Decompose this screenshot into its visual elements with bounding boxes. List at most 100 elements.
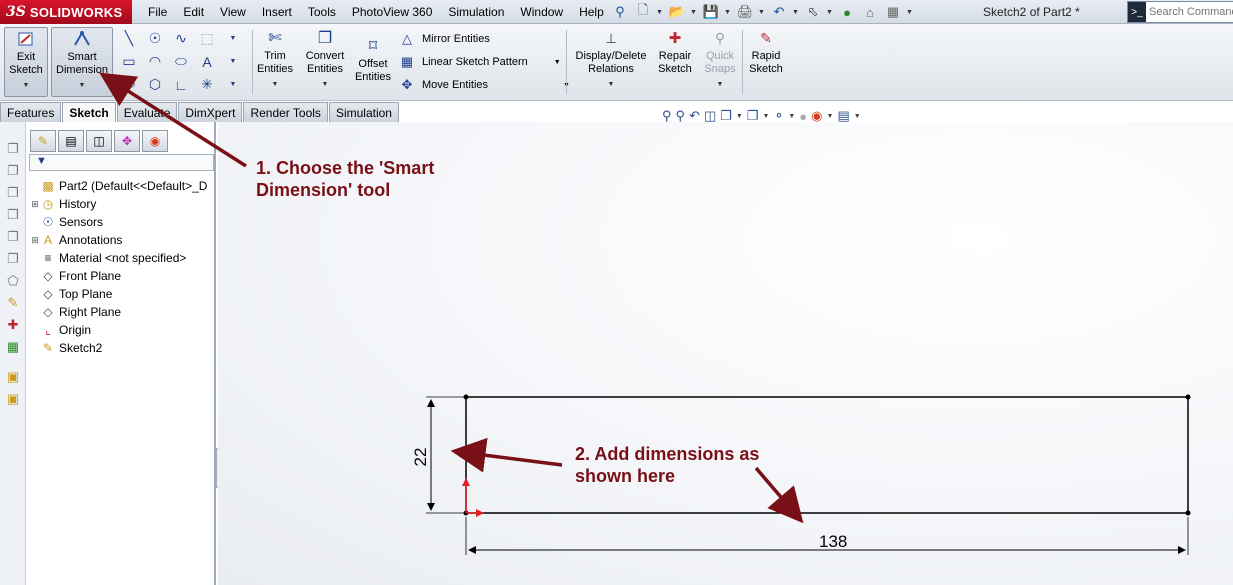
move-entities-button[interactable]: ✥ Move Entities ▼: [398, 75, 570, 95]
offset-entities-button[interactable]: ⌑ Offset Entities: [352, 27, 394, 84]
smart-dimension-button[interactable]: Smart Dimension ▼: [51, 27, 113, 97]
chevron-down-icon[interactable]: ▼: [827, 113, 834, 120]
expand-icon[interactable]: ⊞: [30, 199, 40, 210]
menu-tools[interactable]: Tools: [300, 5, 344, 19]
menu-help[interactable]: Help: [571, 5, 612, 19]
tree-item[interactable]: ⊞ ◷ History: [30, 195, 216, 213]
rectangle-icon[interactable]: ▭: [116, 50, 142, 73]
fillet-icon[interactable]: ∟: [168, 73, 194, 96]
view-settings-icon[interactable]: ▤: [837, 108, 849, 124]
chevron-down-icon[interactable]: ▼: [724, 9, 732, 16]
display-style-icon[interactable]: ❐: [747, 108, 759, 124]
expand-icon[interactable]: ⊞: [30, 235, 40, 246]
quick-snaps-button[interactable]: ⚲ Quick Snaps ▼: [702, 27, 738, 91]
chevron-down-icon[interactable]: ▼: [690, 9, 698, 16]
zoom-area-icon[interactable]: ⚲: [676, 108, 686, 124]
tab-evaluate[interactable]: Evaluate: [116, 102, 178, 122]
rapid-sketch-button[interactable]: ✎ Rapid Sketch: [746, 27, 786, 76]
menu-simulation[interactable]: Simulation: [440, 5, 512, 19]
undo-icon[interactable]: ↶: [769, 3, 789, 21]
loft-icon[interactable]: ❐: [0, 204, 26, 226]
menu-file[interactable]: File: [140, 5, 175, 19]
spline-icon[interactable]: ∿: [168, 27, 194, 50]
menu-edit[interactable]: Edit: [175, 5, 212, 19]
tree-item[interactable]: ⌞ Origin: [30, 321, 216, 339]
polygon-icon[interactable]: ⬡: [142, 73, 168, 96]
sweep-icon[interactable]: ❐: [0, 182, 26, 204]
display-manager-tab-icon[interactable]: ◉: [142, 130, 168, 152]
display-delete-relations-button[interactable]: ⊥ Display/Delete Relations ▼: [572, 27, 650, 91]
tab-features[interactable]: Features: [0, 102, 62, 122]
tree-item[interactable]: ⊞ A Annotations: [30, 231, 216, 249]
save-icon[interactable]: 💾: [701, 3, 721, 21]
open-folder-icon[interactable]: 📂: [667, 3, 687, 21]
chevron-down-icon[interactable]: ▼: [272, 78, 279, 91]
section-view-icon[interactable]: ◫: [704, 108, 716, 124]
linear-sketch-pattern-button[interactable]: ▦ Linear Sketch Pattern ▼: [398, 52, 561, 72]
dimxpert-manager-tab-icon[interactable]: ✥: [114, 130, 140, 152]
sketch-edit-icon[interactable]: ✎: [0, 292, 26, 314]
configuration-manager-tab-icon[interactable]: ◫: [86, 130, 112, 152]
line-icon[interactable]: ╲: [116, 27, 142, 50]
tree-item[interactable]: ◇ Right Plane: [30, 303, 216, 321]
pin-icon[interactable]: ⚲: [610, 3, 630, 21]
cut-icon[interactable]: ❐: [0, 248, 26, 270]
chevron-down-icon[interactable]: ▼: [220, 73, 246, 96]
tab-sketch[interactable]: Sketch: [62, 102, 116, 122]
chevron-down-icon[interactable]: ▼: [788, 113, 795, 120]
repair-sketch-button[interactable]: ✚ Repair Sketch: [655, 27, 695, 76]
tab-simulation[interactable]: Simulation: [328, 102, 399, 122]
file-properties-icon[interactable]: ⌂: [860, 3, 880, 21]
tree-item[interactable]: ☉ Sensors: [30, 213, 216, 231]
chevron-down-icon[interactable]: ▼: [79, 79, 86, 92]
tab-dimxpert[interactable]: DimXpert: [178, 102, 243, 122]
chevron-down-icon[interactable]: ▼: [322, 78, 329, 91]
tree-item[interactable]: ◇ Front Plane: [30, 267, 216, 285]
previous-view-icon[interactable]: ↶: [689, 108, 700, 124]
options-icon[interactable]: ▦: [883, 3, 903, 21]
exit-sketch-button[interactable]: Exit Sketch ▼: [4, 27, 48, 97]
display-relations-icon[interactable]: ▦: [0, 336, 26, 358]
chevron-down-icon[interactable]: ▼: [792, 9, 800, 16]
height-dimension-value[interactable]: 22: [411, 445, 431, 469]
chevron-down-icon[interactable]: ▼: [554, 59, 561, 66]
circle-icon[interactable]: ☉: [142, 27, 168, 50]
slot-icon[interactable]: ⬭: [116, 73, 142, 96]
print-icon[interactable]: 🖨: [735, 3, 755, 21]
search-input[interactable]: [1149, 6, 1233, 18]
apply-scene-icon[interactable]: ◉: [811, 108, 822, 124]
chevron-down-icon[interactable]: ▼: [656, 9, 664, 16]
tree-root[interactable]: ▩ Part2 (Default<<Default>_D: [30, 177, 216, 195]
construction-geometry-icon[interactable]: ⬚: [194, 27, 220, 50]
boundary-icon[interactable]: ❐: [0, 226, 26, 248]
search-commands[interactable]: >_: [1127, 1, 1233, 23]
property-manager-tab-icon[interactable]: ▤: [58, 130, 84, 152]
edit-appearance-icon[interactable]: ●: [799, 109, 807, 124]
solidworks-logo[interactable]: 3S SOLIDWORKS: [0, 0, 132, 24]
chevron-down-icon[interactable]: ▼: [220, 27, 246, 50]
chevron-down-icon[interactable]: ▼: [608, 78, 615, 91]
chevron-down-icon[interactable]: ▼: [736, 113, 743, 120]
point-icon[interactable]: ✳: [194, 73, 220, 96]
new-document-icon[interactable]: 🗋: [633, 2, 653, 21]
tab-render-tools[interactable]: Render Tools: [243, 102, 328, 122]
convert-entities-button[interactable]: ❐ Convert Entities ▼: [302, 27, 348, 91]
chevron-down-icon[interactable]: ▼: [23, 79, 30, 92]
chevron-down-icon[interactable]: ▼: [763, 113, 770, 120]
chevron-down-icon[interactable]: ▼: [717, 78, 724, 91]
tree-item[interactable]: ◇ Top Plane: [30, 285, 216, 303]
chevron-down-icon[interactable]: ▼: [220, 50, 246, 73]
text-icon[interactable]: A: [194, 50, 220, 73]
trim-entities-button[interactable]: ✄ Trim Entities ▼: [254, 27, 296, 91]
layer-icon[interactable]: ▣: [0, 366, 26, 388]
feature-tree-tab-icon[interactable]: ✎: [30, 130, 56, 152]
chevron-down-icon[interactable]: ▼: [758, 9, 766, 16]
chevron-down-icon[interactable]: ▼: [854, 113, 861, 120]
select-arrow-icon[interactable]: ⬁: [803, 3, 823, 21]
rebuild-icon[interactable]: ●: [837, 3, 857, 21]
revolve-icon[interactable]: ❐: [0, 160, 26, 182]
add-relation-icon[interactable]: ✚: [0, 314, 26, 336]
view-orientation-icon[interactable]: ❐: [720, 108, 732, 124]
menu-window[interactable]: Window: [512, 5, 571, 19]
menu-insert[interactable]: Insert: [254, 5, 300, 19]
